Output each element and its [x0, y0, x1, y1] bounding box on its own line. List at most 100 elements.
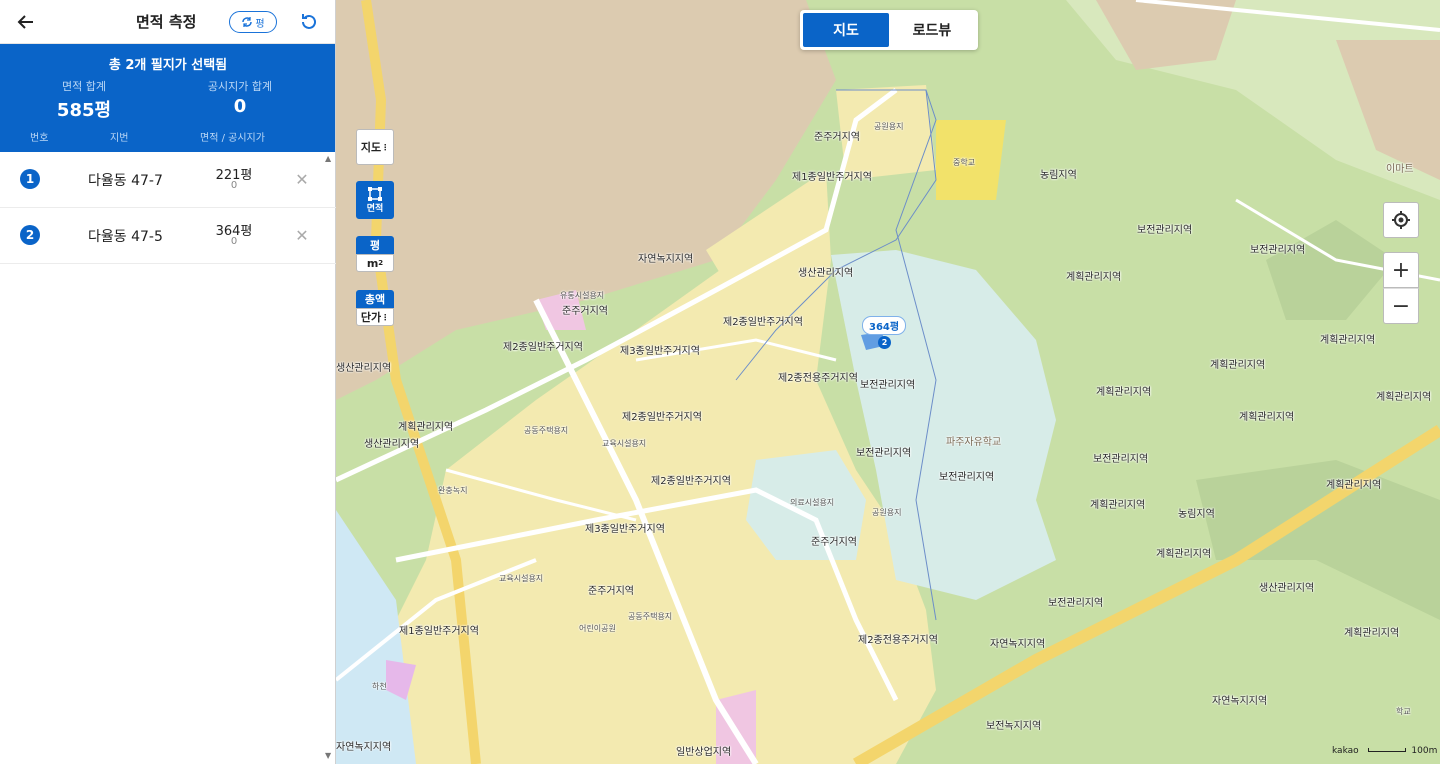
map-label: 계획관리지역 — [1156, 549, 1212, 560]
map-label: 보전관리지역 — [1093, 454, 1149, 465]
map-type-button[interactable]: 지도 ⋮ — [356, 129, 394, 165]
parcel-lot: 다율동 47-7 — [88, 173, 163, 189]
side-panel: 면적 측정 평 총 2개 필지가 선택됨 면적 합계 585평 공시지가 합계 … — [0, 0, 336, 764]
map-label: 준주거지역 — [588, 586, 634, 597]
list-item[interactable]: 2 다율동 47-5 364평 0 ✕ — [0, 208, 336, 264]
map-label: 보전관리지역 — [1048, 598, 1104, 609]
map-label: 자연녹지지역 — [1212, 696, 1268, 707]
map-label: 공원용지 — [874, 122, 904, 131]
brand-logo: kakao — [1332, 746, 1359, 756]
map-label: 생산관리지역 — [798, 268, 854, 279]
summary-title: 총 2개 필지가 선택됨 — [108, 58, 228, 73]
col-area-price: 면적 / 공시지가 — [200, 133, 265, 144]
unit-sqm-button[interactable]: m2 — [356, 254, 394, 272]
map-label: 계획관리지역 — [1320, 335, 1376, 346]
map-label: 생산관리지역 — [364, 439, 420, 450]
unit-pyeong-label: 평 — [369, 239, 381, 252]
map-label: 제2종일반주거지역 — [622, 412, 702, 423]
unit-sqm-label: m — [366, 256, 379, 270]
poi-label: 공동주택용지 — [628, 612, 673, 621]
parcel-price: 0 — [230, 236, 238, 247]
swap-icon — [242, 17, 253, 27]
map-label: 중학교 — [953, 158, 976, 167]
map-label: 농림지역 — [1178, 509, 1215, 520]
minus-icon: − — [1391, 293, 1411, 319]
scroll-up-icon[interactable]: ▲ — [325, 154, 331, 163]
map-label: 준주거지역 — [814, 132, 860, 143]
poi-label: 학교 — [1396, 707, 1411, 716]
area-measure-button[interactable]: 면적 — [356, 181, 394, 219]
map-label: 계획관리지역 — [1344, 628, 1400, 639]
map-label: 제2종전용주거지역 — [858, 635, 938, 646]
map-label: 농림지역 — [1040, 170, 1077, 181]
map-label: 생산관리지역 — [336, 363, 392, 374]
unit-toggle-label: 평 — [255, 18, 265, 30]
map-label: 공동주택용지 — [524, 426, 569, 435]
zoom-in-button[interactable]: + — [1383, 252, 1419, 288]
unit-toggle-button[interactable]: 평 — [229, 11, 277, 33]
poi-label: 교육시설용지 — [499, 574, 544, 583]
poi-label: 의료시설용지 — [790, 498, 835, 507]
map-label: 제1종일반주거지역 — [399, 626, 479, 637]
page-title: 면적 측정 — [136, 13, 197, 31]
unit-price-label: 단가 — [360, 311, 382, 324]
scroll-down-icon[interactable]: ▼ — [325, 751, 331, 760]
map-label: 계획관리지역 — [398, 422, 454, 433]
poi-label: 하천 — [372, 682, 387, 691]
list-item[interactable]: 1 다율동 47-7 221평 0 ✕ — [0, 152, 336, 208]
map-label: 생산관리지역 — [1259, 583, 1315, 594]
map-label: 계획관리지역 — [1376, 392, 1432, 403]
map-label: 보전관리지역 — [1250, 245, 1306, 256]
parcel-lot: 다율동 47-5 — [88, 229, 163, 245]
poi-label: 완충녹지 — [438, 486, 468, 495]
col-number: 번호 — [30, 133, 49, 144]
map-label: 준주거지역 — [811, 537, 857, 548]
map-label: 계획관리지역 — [1239, 412, 1295, 423]
parcel-price: 0 — [230, 180, 238, 191]
plus-icon: + — [1391, 257, 1411, 283]
map-label: 제3종일반주거지역 — [620, 346, 700, 357]
parcel-area-tag[interactable]: 364평 — [862, 316, 907, 335]
map-label: 제2종전용주거지역 — [778, 373, 858, 384]
area-measure-label: 면적 — [366, 203, 384, 214]
back-button[interactable] — [12, 8, 40, 36]
map-label: 제3종일반주거지역 — [585, 524, 665, 535]
map-label: 보전녹지지역 — [986, 721, 1042, 732]
view-mode-toggle: 지도 로드뷰 — [800, 10, 978, 50]
parcel-list: 1 다율동 47-7 221평 0 ✕ 2 다율동 47-5 364평 0 ✕ — [0, 152, 336, 264]
poi-label: 파주자유학교 — [946, 437, 1002, 448]
map-label: 계획관리지역 — [1090, 500, 1146, 511]
parcel-number-badge: 1 — [20, 169, 40, 189]
map-type-label: 지도 — [360, 141, 382, 154]
tab-map[interactable]: 지도 — [803, 13, 889, 47]
close-icon[interactable]: ✕ — [292, 224, 312, 246]
area-total-value: 585평 — [56, 100, 112, 121]
map-view[interactable]: 준주거지역 제1종일반주거지역 공원용지 중학교 농림지역 보전관리지역 자연녹… — [336, 0, 1440, 764]
map-label: 교육시설용지 — [602, 439, 647, 448]
tab-roadview[interactable]: 로드뷰 — [889, 13, 975, 47]
scale-value: 100m — [1411, 746, 1438, 756]
price-total-label: 공시지가 합계 — [207, 80, 273, 93]
map-label: 계획관리지역 — [1210, 360, 1266, 371]
unit-price-button[interactable]: 단가 ⋮ — [356, 308, 394, 326]
my-location-button[interactable] — [1383, 202, 1419, 238]
reset-button[interactable] — [295, 8, 323, 36]
map-label: 계획관리지역 — [1066, 272, 1122, 283]
parcel-pin[interactable]: 2 — [878, 336, 891, 349]
unit-pyeong-button[interactable]: 평 — [356, 236, 394, 254]
zoom-out-button[interactable]: − — [1383, 288, 1419, 324]
map-label: 준주거지역 — [562, 306, 608, 317]
area-total: 면적 합계 585평 — [0, 78, 168, 122]
map-label: 제1종일반주거지역 — [792, 172, 872, 183]
close-icon[interactable]: ✕ — [292, 168, 312, 190]
col-lot: 지번 — [110, 133, 129, 144]
map-label: 자연녹지지역 — [638, 254, 694, 265]
parcel-number-badge: 2 — [20, 225, 40, 245]
total-price-button[interactable]: 총액 — [356, 290, 394, 308]
map-label: 제2종일반주거지역 — [503, 342, 583, 353]
map-label: 계획관리지역 — [1326, 480, 1382, 491]
arrow-left-icon — [17, 15, 33, 29]
poi-label: 유통시설용지 — [560, 291, 605, 300]
map-label: 자연녹지지역 — [990, 639, 1046, 650]
price-total: 공시지가 합계 0 — [156, 78, 324, 117]
